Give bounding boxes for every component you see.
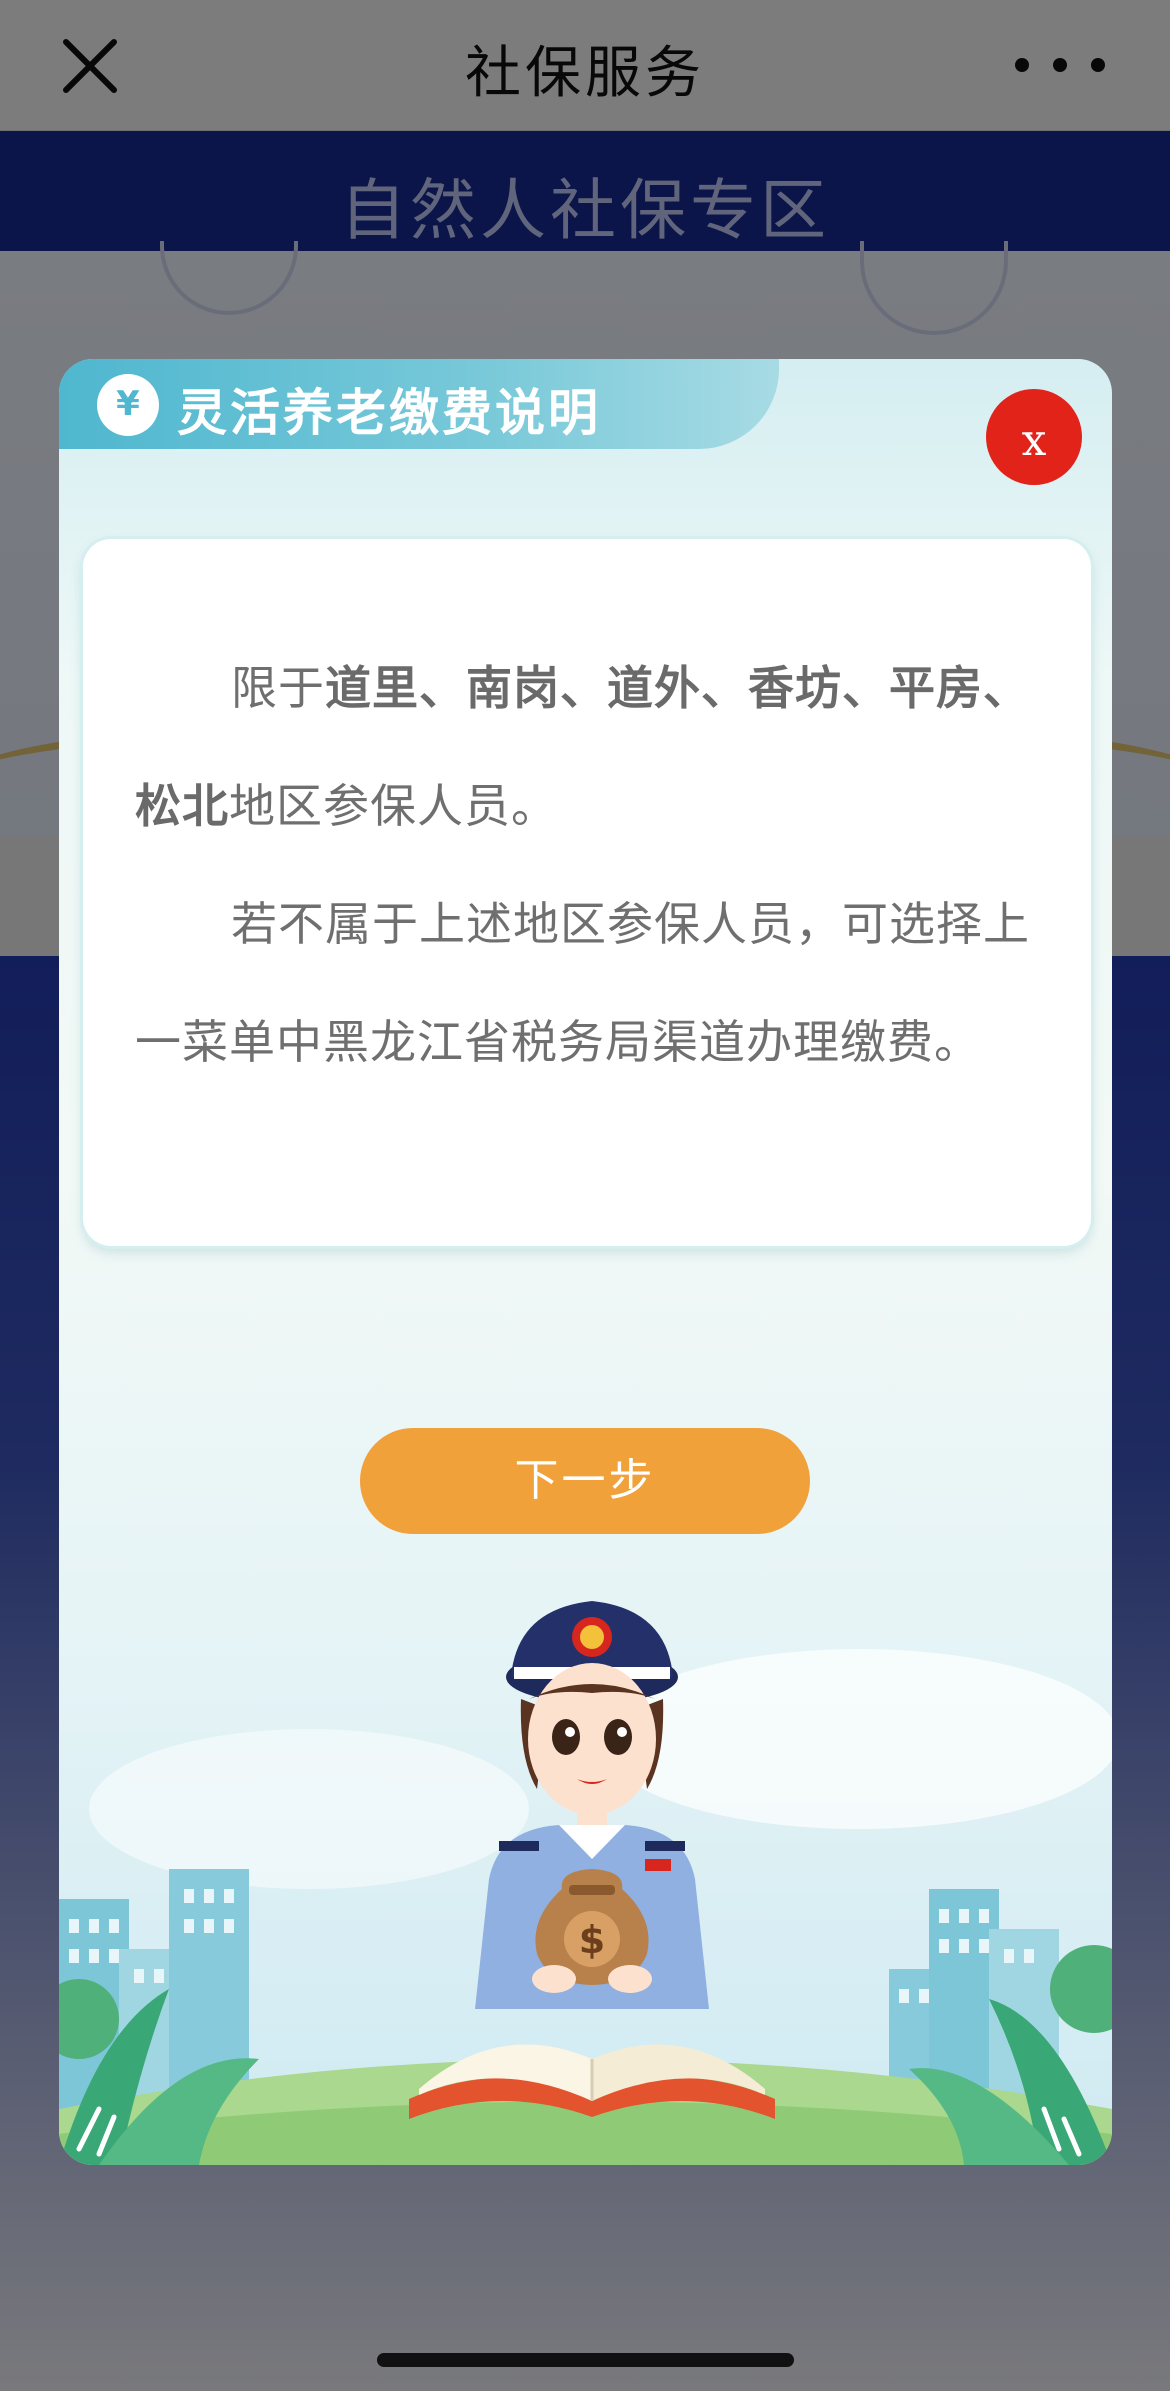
notice-paragraph-2: 若不属于上述地区参保人员，可选择上一菜单中黑龙江省税务局渠道办理缴费。 [135, 897, 1030, 1069]
home-indicator[interactable] [377, 2353, 794, 2367]
modal-close-button[interactable]: x [986, 389, 1082, 485]
next-step-button[interactable]: 下一步 [360, 1428, 810, 1534]
notice-paragraph-1: 限于道里、南岗、道外、香坊、平房、松北地区参保人员。 [135, 661, 1030, 833]
svg-text:$: $ [579, 1918, 605, 1962]
yuan-download-icon: ¥ [97, 374, 159, 436]
tax-officer-illustration: $ [59, 1601, 1112, 2165]
modal-title: 灵活养老缴费说明 [177, 384, 601, 442]
modal-header: ¥ 灵活养老缴费说明 [59, 359, 829, 449]
notice-card: 限于道里、南岗、道外、香坊、平房、松北地区参保人员。 若不属于上述地区参保人员，… [83, 539, 1091, 1246]
payment-notice-modal: ¥ 灵活养老缴费说明 x 限于道里、南岗、道外、香坊、平房、松北地区参保人员。 … [59, 359, 1112, 2165]
notice-text: 限于道里、南岗、道外、香坊、平房、松北地区参保人员。 若不属于上述地区参保人员，… [135, 629, 1047, 1101]
